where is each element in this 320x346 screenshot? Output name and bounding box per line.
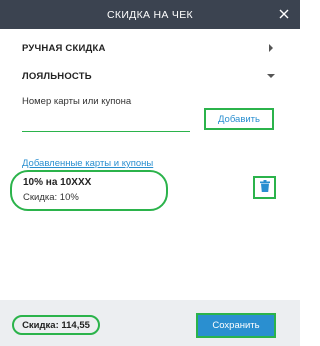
- save-button[interactable]: Сохранить: [196, 313, 276, 338]
- close-icon[interactable]: [277, 7, 291, 21]
- coupon-item: 10% на 10XXX Скидка: 10%: [10, 170, 168, 211]
- card-coupon-input[interactable]: [22, 112, 190, 132]
- chevron-right-icon: [266, 43, 276, 53]
- chevron-down-icon: [266, 71, 276, 81]
- delete-coupon-button[interactable]: [253, 176, 276, 199]
- add-button[interactable]: Добавить: [204, 108, 274, 130]
- loyalty-section[interactable]: ЛОЯЛЬНОСТЬ: [22, 67, 276, 85]
- coupon-discount: Скидка: 10%: [23, 192, 79, 203]
- card-coupon-label: Номер карты или купона: [22, 96, 132, 107]
- loyalty-label: ЛОЯЛЬНОСТЬ: [22, 70, 92, 82]
- dialog-title: СКИДКА НА ЧЕК: [107, 8, 193, 21]
- coupon-title: 10% на 10XXX: [23, 177, 92, 188]
- total-discount: Скидка: 114,55: [12, 315, 100, 335]
- dialog-footer: Скидка: 114,55 Сохранить: [0, 300, 300, 346]
- manual-discount-section[interactable]: РУЧНАЯ СКИДКА: [22, 39, 276, 57]
- dialog-header: СКИДКА НА ЧЕК: [0, 0, 300, 29]
- added-cards-link[interactable]: Добавленные карты и купоны: [22, 158, 153, 169]
- manual-discount-label: РУЧНАЯ СКИДКА: [22, 42, 106, 54]
- trash-icon: [259, 179, 270, 197]
